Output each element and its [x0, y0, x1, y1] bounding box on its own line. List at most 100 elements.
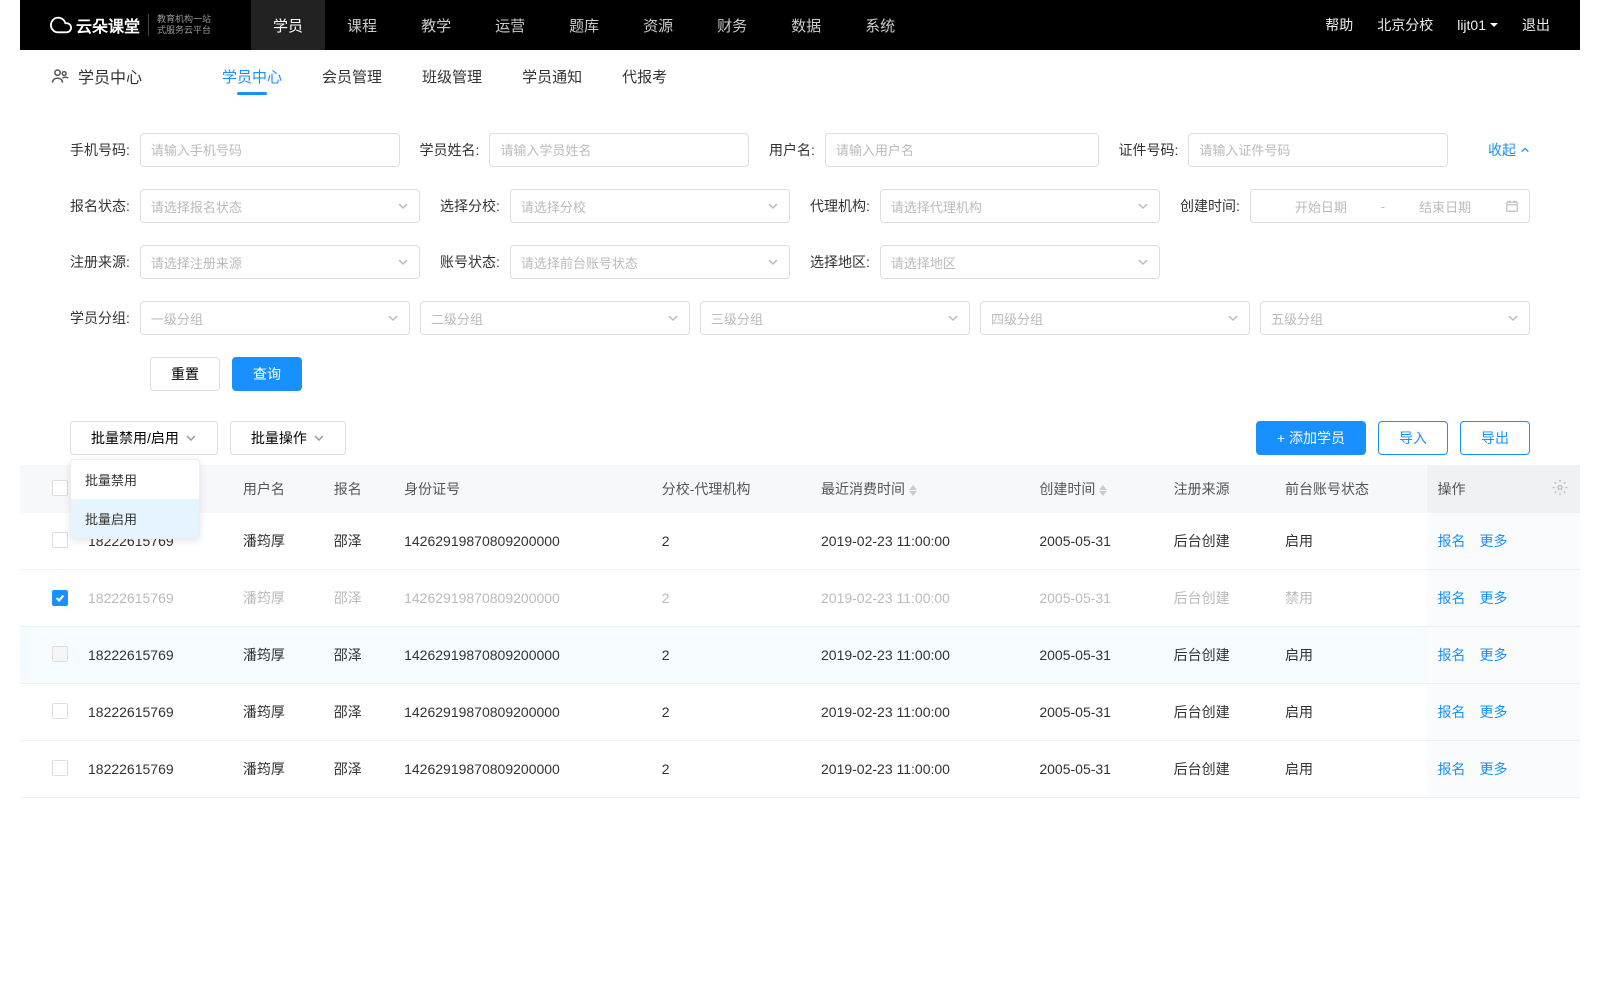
- sub-tab-4[interactable]: 代报考: [622, 52, 667, 101]
- filter-item: 用户名:: [769, 133, 1099, 167]
- cell-user: 潘筠厚: [233, 627, 324, 684]
- sub-tab-2[interactable]: 班级管理: [422, 52, 482, 101]
- enroll-link[interactable]: 报名: [1437, 590, 1465, 606]
- filter-input[interactable]: [1188, 133, 1448, 167]
- users-icon: [50, 66, 70, 86]
- filter-label: 代理机构:: [810, 196, 870, 216]
- cell-phone: 18222615769: [78, 570, 233, 627]
- cell-enroll: 邵泽: [324, 513, 394, 570]
- filter-select[interactable]: 请选择代理机构: [880, 189, 1160, 223]
- nav-tab-4[interactable]: 题库: [547, 0, 621, 50]
- more-link[interactable]: 更多: [1479, 533, 1507, 549]
- cell-enroll: 邵泽: [324, 627, 394, 684]
- filter-row-3: 注册来源:请选择注册来源账号状态:请选择前台账号状态选择地区:请选择地区x: [70, 245, 1530, 279]
- sub-tab-1[interactable]: 会员管理: [322, 52, 382, 101]
- group-select-1[interactable]: 一级分组: [140, 301, 410, 335]
- help-link[interactable]: 帮助: [1325, 15, 1353, 35]
- cell-idcard: 14262919870809200000: [394, 570, 652, 627]
- logout-link[interactable]: 退出: [1522, 15, 1550, 35]
- enroll-link[interactable]: 报名: [1437, 533, 1465, 549]
- student-table: 用户名报名身份证号分校-代理机构最近消费时间创建时间注册来源前台账号状态操作 1…: [20, 465, 1580, 798]
- more-link[interactable]: 更多: [1479, 761, 1507, 777]
- filter-input[interactable]: [140, 133, 400, 167]
- gear-icon[interactable]: [1552, 480, 1568, 499]
- bulk-toggle-button[interactable]: 批量禁用/启用: [70, 421, 218, 455]
- group-select-4[interactable]: 四级分组: [980, 301, 1250, 335]
- filter-select[interactable]: 请选择分校: [510, 189, 790, 223]
- cell-branch: 2: [652, 684, 811, 741]
- table-header-cell: 注册来源: [1164, 465, 1275, 513]
- chevron-up-icon: [1520, 145, 1530, 155]
- cell-lastConsume: 2019-02-23 11:00:00: [811, 627, 1029, 684]
- cell-source: 后台创建: [1164, 627, 1275, 684]
- cell-lastConsume: 2019-02-23 11:00:00: [811, 741, 1029, 798]
- sub-tab-0[interactable]: 学员中心: [222, 52, 282, 101]
- table-header: 用户名报名身份证号分校-代理机构最近消费时间创建时间注册来源前台账号状态操作: [20, 465, 1580, 513]
- nav-tab-0[interactable]: 学员: [251, 0, 325, 50]
- reset-button[interactable]: 重置: [150, 357, 220, 391]
- group-select-3[interactable]: 三级分组: [700, 301, 970, 335]
- more-link[interactable]: 更多: [1479, 590, 1507, 606]
- filter-input[interactable]: [489, 133, 749, 167]
- cell-phone: 18222615769: [78, 627, 233, 684]
- enroll-link[interactable]: 报名: [1437, 647, 1465, 663]
- group-select-5[interactable]: 五级分组: [1260, 301, 1530, 335]
- chevron-down-icon: [185, 432, 197, 444]
- group-select-2[interactable]: 二级分组: [420, 301, 690, 335]
- enroll-link[interactable]: 报名: [1437, 761, 1465, 777]
- nav-tab-2[interactable]: 教学: [399, 0, 473, 50]
- table-header-cell: 最近消费时间: [811, 465, 1029, 513]
- filter-select[interactable]: 请选择注册来源: [140, 245, 420, 279]
- import-button[interactable]: 导入: [1378, 421, 1448, 455]
- filter-item: 手机号码:: [70, 133, 400, 167]
- dropdown-item[interactable]: 批量启用: [71, 499, 199, 538]
- more-link[interactable]: 更多: [1479, 647, 1507, 663]
- more-link[interactable]: 更多: [1479, 704, 1507, 720]
- cell-lastConsume: 2019-02-23 11:00:00: [811, 684, 1029, 741]
- collapse-toggle[interactable]: 收起: [1488, 140, 1530, 160]
- export-button[interactable]: 导出: [1460, 421, 1530, 455]
- filter-item: 学员姓名:: [420, 133, 750, 167]
- search-button[interactable]: 查询: [232, 357, 302, 391]
- filter-label: 选择分校:: [440, 196, 500, 216]
- filter-select[interactable]: 请选择前台账号状态: [510, 245, 790, 279]
- dropdown-item[interactable]: 批量禁用: [71, 460, 199, 499]
- chevron-down-icon: [313, 432, 325, 444]
- filter-daterange[interactable]: 开始日期-结束日期: [1250, 189, 1530, 223]
- sub-nav-title: 学员中心: [50, 50, 142, 102]
- nav-tab-6[interactable]: 财务: [695, 0, 769, 50]
- sub-tab-3[interactable]: 学员通知: [522, 52, 582, 101]
- branch-link[interactable]: 北京分校: [1377, 15, 1433, 35]
- nav-tab-1[interactable]: 课程: [325, 0, 399, 50]
- filter-select[interactable]: 请选择报名状态: [140, 189, 420, 223]
- select-all-checkbox[interactable]: [52, 480, 68, 496]
- logo[interactable]: 云朵课堂: [50, 13, 140, 37]
- enroll-link[interactable]: 报名: [1437, 704, 1465, 720]
- user-menu[interactable]: lijt01: [1457, 17, 1498, 33]
- row-checkbox[interactable]: [52, 760, 68, 776]
- cell-created: 2005-05-31: [1029, 570, 1163, 627]
- row-checkbox[interactable]: [52, 532, 68, 548]
- filter-label: 创建时间:: [1180, 196, 1240, 216]
- add-student-button[interactable]: + 添加学员: [1256, 421, 1366, 455]
- chevron-down-icon: [767, 200, 779, 212]
- cell-phone: 18222615769: [78, 741, 233, 798]
- filter-input[interactable]: [825, 133, 1099, 167]
- cell-source: 后台创建: [1164, 570, 1275, 627]
- sort-icon[interactable]: [909, 485, 917, 496]
- cell-user: 潘筠厚: [233, 513, 324, 570]
- nav-tab-7[interactable]: 数据: [769, 0, 843, 50]
- nav-tab-3[interactable]: 运营: [473, 0, 547, 50]
- filter-label: 账号状态:: [440, 252, 500, 272]
- filter-item: 报名状态:请选择报名状态: [70, 189, 420, 223]
- row-checkbox[interactable]: [52, 646, 68, 662]
- bulk-op-button[interactable]: 批量操作: [230, 421, 346, 455]
- calendar-icon: [1505, 199, 1519, 213]
- filter-select[interactable]: 请选择地区: [880, 245, 1160, 279]
- nav-tab-8[interactable]: 系统: [843, 0, 917, 50]
- sort-icon[interactable]: [1099, 485, 1107, 496]
- nav-tab-5[interactable]: 资源: [621, 0, 695, 50]
- row-checkbox[interactable]: [52, 590, 68, 606]
- row-checkbox[interactable]: [52, 703, 68, 719]
- filter-label: 注册来源:: [70, 252, 130, 272]
